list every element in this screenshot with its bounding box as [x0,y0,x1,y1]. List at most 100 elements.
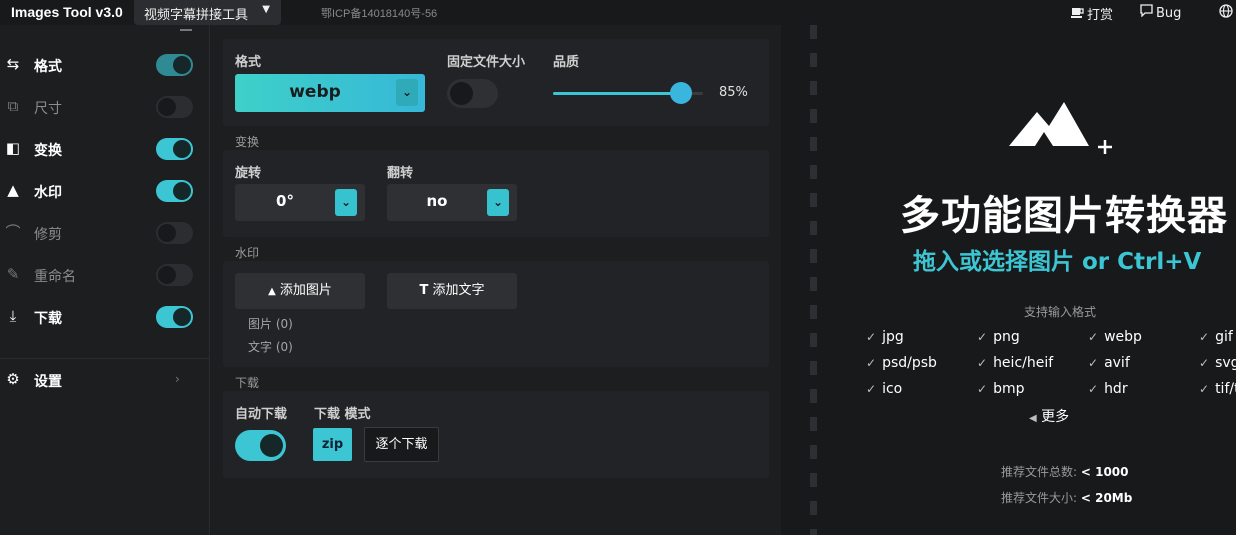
sidebar-item-transform[interactable]: ◧ 变换 [0,131,209,167]
sidebar-item-size[interactable]: ⧉ 尺寸 [0,89,209,125]
drop-zone[interactable]: 多功能图片转换器 拖入或选择图片 or Ctrl+V 支持输入格式 ✓ jpg ✓ p… [781,25,1236,535]
check-icon: ✓ [866,330,877,344]
format-item: ✓ avif [1088,355,1130,371]
tag-icon: ◀ [1029,413,1037,424]
watermark-toggle[interactable] [156,180,193,202]
format-item-label: webp [1104,329,1142,345]
sidebar-item-label: 下载 [34,311,62,327]
rename-toggle[interactable] [156,264,193,286]
globe-icon [1219,4,1233,22]
flip-select-value: no [426,192,448,210]
check-icon: ✓ [1199,330,1210,344]
sidebar-item-download[interactable]: ⤓ 下载 [0,299,209,335]
fixed-size-toggle[interactable] [447,79,498,108]
chevron-down-icon: ▼ [262,4,270,15]
transform-card: 旋转 0° ⌄ 翻转 no ⌄ [223,150,769,237]
tool-selector[interactable]: 视频字幕拼接工具 ▼ [134,0,281,25]
check-icon: ✓ [1199,356,1210,370]
download-toggle[interactable] [156,306,193,328]
quality-slider-fill [553,92,681,95]
mountain-icon: ▲ [268,286,276,297]
transform-icon: ◧ [5,139,21,157]
format-item-label: psd/psb [882,355,937,371]
size-toggle[interactable] [156,96,193,118]
cup-icon [1071,6,1084,23]
format-item: ✓ heic/heif [977,355,1053,371]
sidebar-item-label: 尺寸 [34,101,62,117]
download-mode-label: 下载 模式 [314,407,371,422]
one-by-one-button[interactable]: 逐个下载 [364,427,439,462]
crop-toggle[interactable] [156,222,193,244]
fixed-size-label: 固定文件大小 [447,55,526,70]
format-item-label: jpg [882,329,904,345]
download-icon: ⤓ [9,307,17,325]
format-item: ✓ bmp [977,381,1024,397]
auto-download-toggle[interactable] [235,430,286,461]
sidebar-item-format[interactable]: ⇆ 格式 [0,47,209,83]
chevron-down-icon: ⌄ [487,189,509,216]
quality-slider-thumb[interactable] [669,82,692,104]
bug-link[interactable]: Bug [1140,4,1181,21]
add-text-label: 添加文字 [432,283,485,298]
format-item: ✓ jpg [866,329,904,345]
format-item-label: svg [1215,355,1236,371]
recommended-size: 推荐文件大小: < 20Mb [1001,489,1132,506]
flip-select[interactable]: no ⌄ [387,184,517,221]
sidebar-item-label: 重命名 [34,269,76,285]
sidebar-collapse-bar[interactable] [180,29,192,31]
format-label: 格式 [235,55,262,70]
quality-label: 品质 [553,55,580,70]
add-text-button[interactable]: T 添加文字 [387,273,517,309]
transform-toggle[interactable] [156,138,193,160]
app-title: Images Tool v3.0 [11,4,123,20]
drop-zone-border [810,25,817,535]
sidebar-item-settings[interactable]: ⚙ 设置 › [0,362,209,398]
zip-mode-button[interactable]: zip [313,428,352,461]
format-item: ✓ svg [1199,355,1236,371]
add-image-label: 添加图片 [279,283,332,298]
sidebar-item-rename[interactable]: ✎ 重命名 [0,257,209,293]
check-icon: ✓ [977,382,988,396]
sidebar-item-label: 修剪 [34,227,62,243]
sidebar-divider [0,358,209,359]
donate-label: 打赏 [1087,8,1114,23]
sidebar-item-label: 格式 [34,59,62,75]
format-toggle[interactable] [156,54,193,76]
check-icon: ✓ [866,356,877,370]
check-icon: ✓ [977,330,988,344]
add-image-button[interactable]: ▲ 添加图片 [235,273,365,309]
rotate-select[interactable]: 0° ⌄ [235,184,365,221]
sidebar-item-watermark[interactable]: ▲ 水印 [0,173,209,209]
rename-icon: ✎ [6,265,20,283]
rec-size-value: < 20Mb [1080,491,1133,505]
download-card: 自动下载 下载 模式 [223,391,769,478]
sidebar-item-label: 设置 [34,374,62,390]
subline: 拖入或选择图片 or Ctrl+V [913,249,1202,275]
format-item: ✓ png [977,329,1020,345]
chevron-right-icon: › [175,372,180,386]
sidebar-item-crop[interactable]: ⌒ 修剪 [0,215,209,251]
quality-value: 85% [719,85,748,100]
format-select[interactable]: webp ⌄ [235,74,425,112]
format-item-label: heic/heif [993,355,1054,371]
check-icon: ✓ [1199,382,1210,396]
format-item: ✓ tif/tiff [1199,381,1236,397]
format-card: 格式 webp ⌄ 固定文件大小 品质 85% [223,39,769,126]
language-button[interactable] [1219,4,1233,22]
more-label: 更多 [1041,409,1070,425]
chat-icon [1140,4,1153,21]
text-count: 文字 (0) [248,340,293,354]
more-formats-button[interactable]: ◀ 更多 [1029,406,1069,426]
rec-size-label: 推荐文件大小: [1001,491,1078,505]
watermark-card: ▲ 添加图片 T 添加文字 图片 (0) 文字 (0) [223,261,769,367]
donate-link[interactable]: 打赏 [1071,4,1113,23]
quality-slider[interactable] [553,82,703,104]
bug-label: Bug [1156,6,1182,21]
format-select-value: webp [289,82,341,102]
auto-download-label: 自动下载 [235,407,288,422]
resize-icon: ⧉ [7,97,19,115]
check-icon: ✓ [866,382,877,396]
watermark-section-title: 水印 [235,246,260,260]
chevron-down-icon: ⌄ [396,79,418,106]
format-item-label: gif [1215,329,1233,345]
